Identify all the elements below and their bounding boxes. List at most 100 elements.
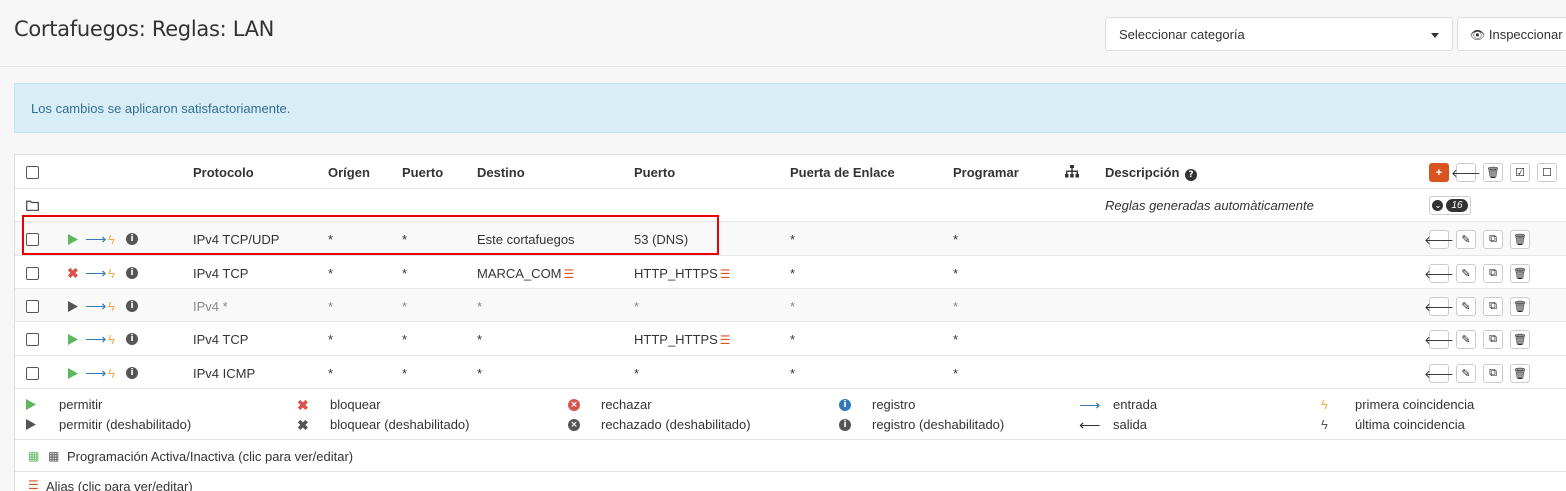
long-arrow-right-icon: ⟶ — [85, 265, 107, 282]
cell-value: * — [790, 366, 796, 381]
header-destination: Destino — [477, 165, 525, 180]
row-checkbox[interactable] — [26, 367, 39, 380]
play-icon[interactable] — [68, 333, 78, 348]
row-checkbox[interactable] — [26, 333, 39, 346]
cell-value: IPv4 TCP — [193, 266, 249, 281]
edit-rule-button[interactable]: ✎ — [1456, 330, 1476, 349]
info-circle-icon[interactable]: i — [126, 333, 138, 345]
row-checkbox[interactable] — [26, 233, 39, 246]
long-arrow-right-icon: ⟶ — [1079, 397, 1101, 414]
delete-rule-button[interactable]: 🗑 — [1510, 297, 1530, 316]
edit-rule-button[interactable]: ✎ — [1456, 297, 1476, 316]
move-rule-button[interactable]: 🡐 — [1424, 230, 1454, 249]
schedule-note-row: ▦ ▦ Programación Activa/Inactiva (clic p… — [15, 440, 1566, 472]
info-circle-icon[interactable]: i — [126, 267, 138, 279]
copy-rule-button[interactable]: ⧉ — [1483, 230, 1503, 249]
move-rule-button[interactable]: 🡐 — [1424, 364, 1454, 383]
cell-value: IPv4 * — [193, 299, 228, 314]
play-icon[interactable] — [68, 367, 78, 382]
cell-gateway: * — [790, 366, 795, 381]
cell-source-port: * — [402, 232, 407, 247]
move-rule-button[interactable]: 🡐 — [1424, 264, 1454, 283]
legend-log-disabled: registro (deshabilitado) — [872, 417, 1005, 432]
cell-dest-port: HTTP_HTTPS ☰ — [634, 332, 731, 347]
question-circle-icon[interactable]: ? — [1185, 169, 1198, 181]
edit-rule-button[interactable]: ✎ — [1456, 230, 1476, 249]
play-icon[interactable] — [68, 233, 78, 248]
table-row[interactable]: ✖ ⟶ ϟ i IPv4 TCP * * MARCA_COM ☰ HTTP_HTTPS ☰ * * 🡐 ✎ ⧉… — [15, 256, 1566, 289]
copy-rule-button[interactable]: ⧉ — [1483, 297, 1503, 316]
rules-table: Protocolo Orígen Puerto Destino Puerto P… — [14, 154, 1566, 491]
copy-rule-button[interactable]: ⧉ — [1483, 330, 1503, 349]
legend-last-match: última coincidencia — [1355, 417, 1465, 432]
header-description-label: Descripción — [1105, 165, 1180, 180]
row-checkbox[interactable] — [26, 300, 39, 313]
edit-rule-button[interactable]: ✎ — [1456, 264, 1476, 283]
enable-selected-button[interactable]: ☑ — [1510, 163, 1530, 182]
play-disabled-icon — [26, 418, 36, 433]
long-arrow-left-icon: ⟵ — [1079, 417, 1101, 434]
info-circle-icon[interactable]: i — [126, 233, 138, 245]
header-source-port: Puerto — [402, 165, 444, 180]
copy-rule-button[interactable]: ⧉ — [1483, 364, 1503, 383]
times-circle-disabled-icon: × — [568, 419, 580, 431]
legend-first-match: primera coincidencia — [1355, 397, 1475, 412]
delete-selected-button[interactable]: 🗑 — [1483, 163, 1503, 182]
copy-rule-button[interactable]: ⧉ — [1483, 264, 1503, 283]
chevron-circle-down-icon: ⌄ — [1432, 200, 1444, 211]
delete-rule-button[interactable]: 🗑 — [1510, 264, 1530, 283]
cell-value: Este cortafuegos — [477, 232, 575, 247]
alias-list-icon[interactable]: ☰ — [720, 267, 731, 281]
cell-value: * — [328, 232, 334, 247]
table-row[interactable]: ⟶ ϟ i IPv4 ICMP * * * * * * 🡐 ✎ ⧉ 🗑 — [15, 356, 1566, 389]
cell-gateway: * — [790, 299, 795, 314]
legend-reject-disabled: rechazado (deshabilitado) — [601, 417, 751, 432]
legend-reject: rechazar — [601, 397, 652, 412]
page-header: Cortafuegos: Reglas: LAN Seleccionar cat… — [0, 0, 1566, 67]
long-arrow-right-icon: ⟶ — [85, 365, 107, 382]
cell-gateway: * — [790, 266, 795, 281]
table-row[interactable]: ⟶ ϟ i IPv4 TCP * * * HTTP_HTTPS ☰ * * 🡐 ✎ ⧉ 🗑 — [15, 322, 1566, 356]
add-rule-button[interactable]: + — [1429, 163, 1449, 182]
legend-log: registro — [872, 397, 916, 412]
info-circle-icon[interactable]: i — [126, 367, 138, 379]
cell-dest-port: * — [634, 299, 639, 314]
delete-rule-button[interactable]: 🗑 — [1510, 364, 1530, 383]
sitemap-icon — [1065, 165, 1079, 181]
delete-rule-button[interactable]: 🗑 — [1510, 230, 1530, 249]
category-select-value: Seleccionar categoría — [1119, 27, 1245, 42]
cell-value: IPv4 ICMP — [193, 366, 256, 381]
expand-auto-rules-button[interactable]: ⌄ 16 — [1429, 196, 1471, 215]
inspect-button[interactable]: 👁 Inspeccionar — [1457, 17, 1566, 51]
move-rule-button[interactable]: 🡐 — [1424, 297, 1454, 316]
header-dest-port: Puerto — [634, 165, 676, 180]
cell-destination: * — [477, 332, 482, 347]
table-row[interactable]: ⟶ ϟ i IPv4 * * * * * * * 🡐 ✎ ⧉ 🗑 — [15, 289, 1566, 322]
legend-block-disabled: bloquear (deshabilitado) — [330, 417, 470, 432]
cell-source-port: * — [402, 299, 407, 314]
play-disabled-icon[interactable] — [68, 300, 78, 315]
cell-schedule: * — [953, 266, 958, 281]
table-row[interactable]: ⟶ ϟ i IPv4 TCP/UDP * * Este cortafuegos 53 (DNS… — [15, 222, 1566, 256]
edit-rule-button[interactable]: ✎ — [1456, 364, 1476, 383]
cell-value: * — [953, 332, 959, 347]
delete-rule-button[interactable]: 🗑 — [1510, 330, 1530, 349]
cell-value: * — [953, 299, 959, 314]
auto-rules-row[interactable]: Reglas generadas automàticamente ⌄ 16 — [15, 189, 1566, 222]
cell-destination: * — [477, 299, 482, 314]
move-rule-button[interactable]: 🡐 — [1424, 330, 1454, 349]
disable-selected-button[interactable]: ☐ — [1537, 163, 1557, 182]
alias-list-icon[interactable]: ☰ — [564, 267, 575, 281]
header-source: Orígen — [328, 165, 370, 180]
times-icon[interactable]: ✖ — [67, 265, 79, 282]
cell-protocol: IPv4 ICMP — [193, 366, 255, 381]
info-circle-icon[interactable]: i — [126, 300, 138, 312]
move-rules-button[interactable]: 🡐 — [1451, 163, 1481, 182]
cell-source-port: * — [402, 332, 407, 347]
cell-value: * — [634, 299, 640, 314]
category-select[interactable]: Seleccionar categoría — [1105, 17, 1453, 51]
cell-value: * — [402, 366, 408, 381]
row-checkbox[interactable] — [26, 267, 39, 280]
select-all-checkbox[interactable] — [26, 166, 39, 179]
alias-list-icon[interactable]: ☰ — [720, 333, 731, 347]
